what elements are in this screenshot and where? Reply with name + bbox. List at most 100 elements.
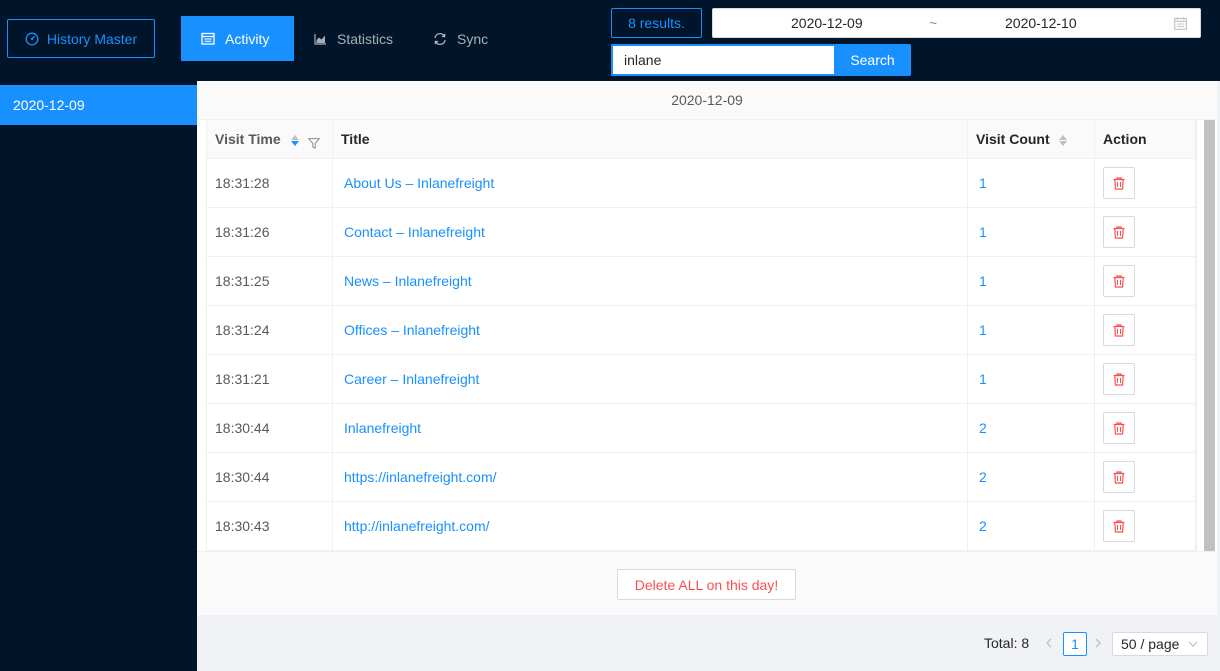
visit-count-link[interactable]: 2 — [979, 518, 987, 534]
column-visit-count-label: Visit Count — [976, 131, 1050, 147]
visit-count-link[interactable]: 1 — [979, 273, 987, 289]
action-cell — [1095, 404, 1196, 452]
title-link[interactable]: Inlanefreight — [344, 420, 421, 436]
table-row: 18:31:25 News – Inlanefreight 1 — [206, 257, 1196, 306]
column-action: Action — [1095, 120, 1196, 158]
pagination-page-button[interactable]: 1 — [1063, 632, 1087, 656]
calendar-picker-icon — [1174, 17, 1187, 30]
pagination-total: Total: 8 — [984, 635, 1030, 651]
results-count-badge: 8 results. — [611, 8, 702, 38]
filter-icon[interactable] — [308, 138, 320, 149]
pagination-next-icon[interactable] — [1093, 636, 1103, 650]
delete-all-button[interactable]: Delete ALL on this day! — [617, 569, 796, 600]
title-link[interactable]: Career – Inlanefreight — [344, 371, 479, 387]
visit-count-link[interactable]: 1 — [979, 224, 987, 240]
delete-button[interactable] — [1103, 510, 1135, 542]
table-scrollbar-thumb[interactable] — [1204, 120, 1215, 551]
title-link[interactable]: News – Inlanefreight — [344, 273, 472, 289]
action-cell — [1095, 208, 1196, 256]
title-cell: http://inlanefreight.com/ — [333, 502, 968, 550]
sort-up-icon — [291, 135, 299, 140]
title-link[interactable]: About Us – Inlanefreight — [344, 175, 494, 191]
visit-count-link[interactable]: 1 — [979, 322, 987, 338]
history-master-button[interactable]: History Master — [7, 19, 155, 58]
visit-count-cell: 1 — [968, 306, 1095, 354]
visit-count-link[interactable]: 2 — [979, 469, 987, 485]
visit-count-cell: 1 — [968, 208, 1095, 256]
visit-count-link[interactable]: 1 — [979, 371, 987, 387]
action-cell — [1095, 502, 1196, 550]
table-row: 18:31:24 Offices – Inlanefreight 1 — [206, 306, 1196, 355]
title-cell: Contact – Inlanefreight — [333, 208, 968, 256]
pagination-prev-icon[interactable] — [1044, 636, 1054, 650]
action-cell — [1095, 355, 1196, 403]
table-row: 18:31:28 About Us – Inlanefreight 1 — [206, 159, 1196, 208]
title-link[interactable]: https://inlanefreight.com/ — [344, 469, 497, 485]
sidebar-item-date[interactable]: 2020-12-09 — [0, 85, 197, 125]
visit-count-link[interactable]: 2 — [979, 420, 987, 436]
date-sidebar: 2020-12-09 — [0, 81, 197, 671]
visit-time-cell: 18:30:44 — [206, 453, 333, 501]
title-link[interactable]: Offices – Inlanefreight — [344, 322, 480, 338]
delete-button[interactable] — [1103, 167, 1135, 199]
visit-time-cell: 18:31:28 — [206, 159, 333, 207]
visit-count-cell: 1 — [968, 355, 1095, 403]
visit-count-link[interactable]: 1 — [979, 175, 987, 191]
delete-button[interactable] — [1103, 314, 1135, 346]
tab-sync[interactable]: Sync — [413, 16, 508, 61]
title-cell: https://inlanefreight.com/ — [333, 453, 968, 501]
chevron-down-icon — [1188, 641, 1198, 647]
column-visit-count[interactable]: Visit Count — [968, 120, 1095, 158]
dashboard-icon — [25, 32, 39, 45]
date-range-picker[interactable]: 2020-12-09 ~ 2020-12-10 — [712, 8, 1201, 38]
delete-icon — [1113, 274, 1125, 288]
day-title: 2020-12-09 — [197, 81, 1217, 120]
title-cell: Inlanefreight — [333, 404, 968, 452]
delete-button[interactable] — [1103, 461, 1135, 493]
tab-statistics[interactable]: Statistics — [294, 16, 413, 61]
search-input[interactable] — [611, 44, 835, 76]
delete-icon — [1113, 372, 1125, 386]
delete-button[interactable] — [1103, 412, 1135, 444]
visit-time-cell: 18:31:21 — [206, 355, 333, 403]
history-table: Visit Time Title Visit Count Action 18:3… — [206, 120, 1196, 551]
visit-time-cell: 18:31:24 — [206, 306, 333, 354]
main-nav: Activity Statistics Sync — [181, 16, 508, 61]
calendar-icon — [201, 32, 215, 45]
column-visit-time-label: Visit Time — [215, 131, 281, 147]
table-header-row: Visit Time Title Visit Count Action — [206, 120, 1196, 159]
sort-down-icon — [291, 141, 299, 146]
delete-icon — [1113, 225, 1125, 239]
sort-icon[interactable] — [1059, 135, 1067, 146]
column-action-label: Action — [1103, 131, 1147, 147]
title-cell: News – Inlanefreight — [333, 257, 968, 305]
table-row: 18:31:21 Career – Inlanefreight 1 — [206, 355, 1196, 404]
table-row: 18:30:43 http://inlanefreight.com/ 2 — [206, 502, 1196, 551]
table-row: 18:30:44 Inlanefreight 2 — [206, 404, 1196, 453]
sort-up-icon — [1059, 135, 1067, 140]
delete-icon — [1113, 421, 1125, 435]
search-button[interactable]: Search — [834, 44, 911, 76]
delete-button[interactable] — [1103, 265, 1135, 297]
range-start-date[interactable]: 2020-12-09 — [791, 15, 863, 31]
page-size-select[interactable]: 50 / page — [1112, 632, 1208, 656]
delete-button[interactable] — [1103, 216, 1135, 248]
delete-icon — [1113, 519, 1125, 533]
sort-icon[interactable] — [291, 135, 299, 146]
action-cell — [1095, 306, 1196, 354]
column-visit-time[interactable]: Visit Time — [206, 120, 333, 158]
area-chart-icon — [314, 33, 326, 45]
visit-time-cell: 18:31:26 — [206, 208, 333, 256]
title-link[interactable]: http://inlanefreight.com/ — [344, 518, 490, 534]
title-cell: Career – Inlanefreight — [333, 355, 968, 403]
visit-count-cell: 2 — [968, 404, 1095, 452]
delete-button[interactable] — [1103, 363, 1135, 395]
delete-icon — [1113, 176, 1125, 190]
card-footer: Delete ALL on this day! — [197, 551, 1217, 615]
tab-activity[interactable]: Activity — [181, 16, 294, 61]
range-end-date[interactable]: 2020-12-10 — [1005, 15, 1077, 31]
page-size-label: 50 / page — [1121, 636, 1180, 652]
top-header: History Master Activity Statistics Sync … — [0, 0, 1220, 81]
title-link[interactable]: Contact – Inlanefreight — [344, 224, 485, 240]
visit-time-cell: 18:31:25 — [206, 257, 333, 305]
